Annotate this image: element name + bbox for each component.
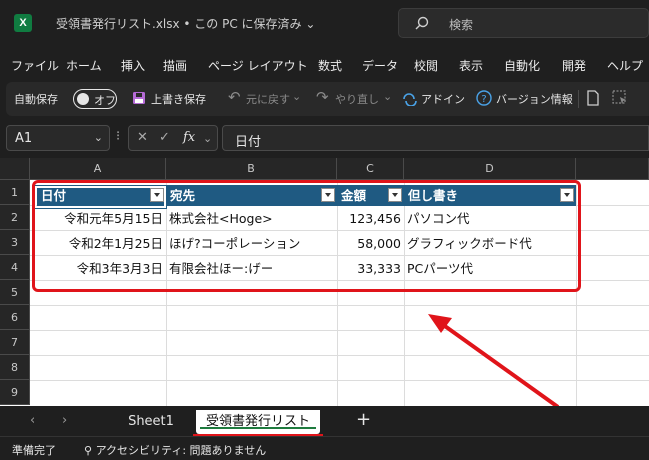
row-header-1[interactable]: 1 [0, 180, 30, 205]
addin-button[interactable]: アドイン [421, 91, 465, 107]
menu-page-layout[interactable]: ページ レイアウト [208, 57, 308, 74]
enter-check-icon[interactable]: ✓ [159, 130, 170, 145]
accessibility-icon: ⚲ [84, 444, 93, 457]
formula-buttons: ✕ ✓ fx ⌄ [128, 125, 218, 151]
undo-button[interactable]: 元に戻す [246, 91, 290, 107]
row-header-6[interactable]: 6 [0, 305, 30, 330]
file-title[interactable]: 受領書発行リスト.xlsx • この PC に保存済み ⌄ [56, 15, 315, 32]
name-box[interactable]: A1 ⌄ [6, 125, 110, 151]
status-bar: 準備完了 ⚲ アクセシビリティ: 問題ありません [0, 436, 649, 460]
cancel-icon[interactable]: ✕ [137, 130, 148, 145]
row-header-4[interactable]: 4 [0, 255, 30, 280]
column-header-e[interactable] [576, 158, 649, 180]
menu-review[interactable]: 校閲 [414, 57, 438, 74]
gridline [30, 380, 649, 381]
menu-formulas[interactable]: 数式 [318, 57, 342, 74]
active-tab-indicator [200, 427, 316, 429]
title-bar: X 受領書発行リスト.xlsx • この PC に保存済み ⌄ 検索 [0, 0, 649, 46]
fx-chevron-icon[interactable]: ⌄ [203, 132, 212, 145]
autosave-toggle[interactable]: オフ [73, 89, 117, 109]
column-header-a[interactable]: A [30, 158, 166, 180]
menu-file[interactable]: ファイル [11, 57, 59, 74]
accessibility-status[interactable]: ⚲ アクセシビリティ: 問題ありません [84, 442, 266, 458]
toggle-knob [77, 93, 89, 105]
formula-bar: A1 ⌄ ⁝ ✕ ✓ fx ⌄ 日付 [0, 122, 649, 154]
gridline [30, 305, 649, 306]
add-sheet-button[interactable]: + [356, 409, 371, 430]
menu-home[interactable]: ホーム [66, 57, 102, 74]
row-header-8[interactable]: 8 [0, 355, 30, 380]
search-placeholder: 検索 [449, 18, 474, 32]
sheet-tab-active[interactable]: 受領書発行リスト [196, 410, 320, 434]
column-header-c[interactable]: C [337, 158, 404, 180]
document-icon[interactable] [586, 90, 600, 106]
help-circle-icon: ? [476, 90, 492, 106]
highlight-frame [32, 180, 581, 292]
redo-icon: ↷ [316, 88, 329, 106]
status-ready: 準備完了 [12, 444, 56, 457]
insert-function-icon[interactable]: fx [183, 130, 195, 145]
undo-chevron-icon[interactable]: ⌄ [292, 90, 301, 103]
menu-help[interactable]: ヘルプ [607, 57, 643, 74]
autosave-label: 自動保存 [14, 93, 58, 106]
menu-bar: ファイル ホーム 挿入 描画 ページ レイアウト 数式 データ 校閲 表示 自動… [0, 52, 649, 78]
column-header-d[interactable]: D [404, 158, 576, 180]
save-icon [133, 92, 145, 104]
chevron-down-icon[interactable]: ⌄ [94, 131, 103, 144]
search-icon [415, 16, 429, 30]
sheet-tab-sheet1[interactable]: Sheet1 [120, 410, 182, 434]
select-all-corner[interactable] [0, 158, 30, 180]
quick-access-toolbar: 自動保存 オフ 上書き保存 ↶ 元に戻す ⌄ ↷ やり直し ⌄ アドイン ? バ… [6, 82, 649, 116]
redo-chevron-icon[interactable]: ⌄ [383, 90, 392, 103]
menu-insert[interactable]: 挿入 [121, 57, 145, 74]
menu-view[interactable]: 表示 [459, 57, 483, 74]
more-options-icon[interactable]: ⁝ [116, 129, 120, 144]
redo-button[interactable]: やり直し [335, 91, 379, 107]
formula-input[interactable]: 日付 [222, 125, 649, 151]
autosave-state: オフ [94, 94, 116, 107]
accessibility-label: アクセシビリティ: 問題ありません [95, 444, 267, 457]
undo-icon: ↶ [228, 88, 241, 106]
row-header-2[interactable]: 2 [0, 205, 30, 230]
menu-developer[interactable]: 開発 [562, 57, 586, 74]
menu-data[interactable]: データ [362, 57, 398, 74]
chevron-right-icon[interactable]: › [62, 413, 67, 428]
sheet-tab-bar: ‹ › Sheet1 受領書発行リスト [0, 406, 649, 436]
row-header-5[interactable]: 5 [0, 280, 30, 305]
ribbon-separator [578, 90, 579, 108]
addin-icon [403, 93, 417, 106]
gridline [30, 355, 649, 356]
row-header-3[interactable]: 3 [0, 230, 30, 255]
select-tool-icon[interactable] [612, 90, 628, 106]
version-info-button[interactable]: バージョン情報 [496, 91, 573, 107]
chevron-left-icon[interactable]: ‹ [30, 413, 35, 428]
save-button[interactable]: 上書き保存 [151, 91, 206, 107]
row-header-9[interactable]: 9 [0, 380, 30, 405]
column-header-b[interactable]: B [166, 158, 337, 180]
formula-value: 日付 [235, 135, 262, 150]
name-box-value: A1 [15, 131, 33, 146]
search-box[interactable]: 検索 [398, 8, 649, 38]
gridline [30, 330, 649, 331]
svg-text:?: ? [481, 94, 486, 105]
menu-draw[interactable]: 描画 [163, 57, 187, 74]
row-header-7[interactable]: 7 [0, 330, 30, 355]
menu-automate[interactable]: 自動化 [504, 57, 540, 74]
excel-app-icon: X [14, 14, 32, 32]
